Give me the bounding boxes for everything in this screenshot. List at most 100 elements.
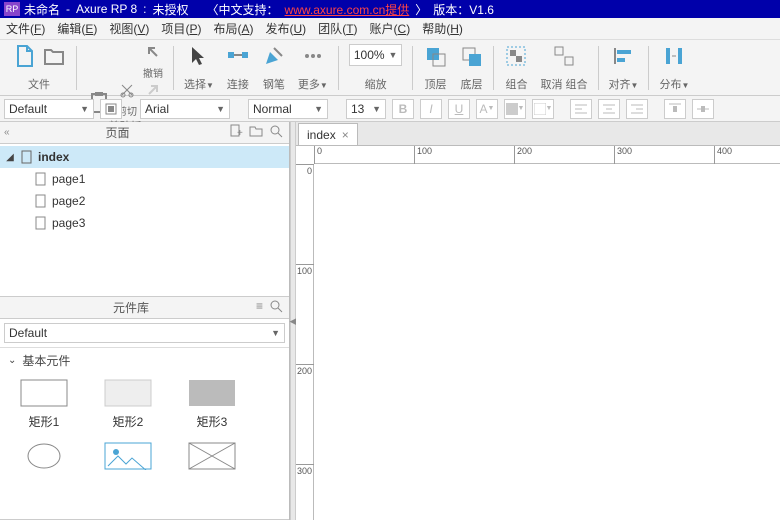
align-center-button[interactable] (598, 99, 620, 119)
menu-project[interactable]: 项目(P) (161, 20, 201, 37)
expand-arrow-icon[interactable]: ◢ (4, 152, 16, 163)
align-right-button[interactable] (626, 99, 648, 119)
design-canvas[interactable] (314, 164, 780, 520)
menu-file[interactable]: 文件(F) (6, 20, 45, 37)
chevron-down-icon: ▼ (216, 104, 225, 114)
bold-button[interactable]: B (392, 99, 414, 119)
chevron-down-icon: ⌄ (8, 355, 16, 366)
chevron-down-icon: ▼ (80, 104, 89, 114)
license-status: 未授权 (153, 1, 189, 18)
bring-front-button[interactable]: 顶层 (417, 44, 453, 92)
border-color-button[interactable]: ▼ (532, 99, 554, 119)
library-item-rect1[interactable]: 矩形1 (12, 379, 76, 430)
more-icon (301, 44, 325, 71)
select-tool[interactable]: 选择▼ (178, 44, 220, 92)
ungroup-button[interactable]: 取消 组合 (534, 44, 593, 92)
style-manager-button[interactable] (100, 99, 122, 119)
library-panel-header: 元件库 ≡ (0, 297, 289, 319)
library-item-label: 矩形2 (113, 413, 144, 430)
italic-button[interactable]: I (420, 99, 442, 119)
page-tree-item[interactable]: page1 (0, 168, 289, 190)
font-selector[interactable]: Arial▼ (140, 99, 230, 119)
library-menu-icon[interactable]: ≡ (256, 299, 263, 316)
menu-team[interactable]: 团队(T) (318, 20, 357, 37)
ruler-tick: 200 (514, 146, 532, 164)
chevron-down-icon: ▼ (271, 328, 280, 338)
size-selector[interactable]: 13▼ (346, 99, 386, 119)
canvas-tab[interactable]: index × (298, 123, 358, 145)
ruler-horizontal: 0 100 200 300 400 (314, 146, 780, 164)
tab-strip: index × (296, 122, 780, 146)
page-tree-item[interactable]: page3 (0, 212, 289, 234)
ruler-tick: 400 (714, 146, 732, 164)
library-item-image[interactable] (96, 442, 160, 470)
support-close: 〉 (415, 1, 427, 18)
ruler-tick: 100 (414, 146, 432, 164)
underline-button[interactable]: U (448, 99, 470, 119)
distribute-button[interactable]: 分布▼ (653, 44, 695, 92)
align-button[interactable]: 对齐▼ (603, 44, 645, 92)
canvas-area: index × 0 100 200 300 400 0 100 200 300 (296, 122, 780, 520)
rect-shape-icon (20, 379, 68, 407)
library-item-rect2[interactable]: 矩形2 (96, 379, 160, 430)
version: 版本：V1.6 (433, 1, 494, 18)
weight-selector[interactable]: Normal▼ (248, 99, 328, 119)
library-category[interactable]: ⌄ 基本元件 (0, 348, 289, 373)
page-tree-root[interactable]: ◢ index (0, 146, 289, 168)
clipboard-group: 剪切 撤销 重做 剪贴板 (81, 44, 169, 92)
left-panels: « 页面 + ◢ index page1 (0, 122, 290, 520)
page-icon (34, 194, 48, 208)
menu-view[interactable]: 视图(V) (109, 20, 149, 37)
valign-middle-button[interactable] (692, 99, 714, 119)
library-item-label: 矩形3 (197, 413, 228, 430)
support-label: 〈中文支持： (207, 1, 279, 18)
undo-button[interactable]: 撤销 (143, 44, 163, 80)
add-folder-icon[interactable] (249, 124, 263, 141)
library-panel-title: 元件库 (6, 299, 256, 316)
add-page-icon[interactable]: + (229, 124, 243, 141)
menu-help[interactable]: 帮助(H) (422, 20, 463, 37)
page-tree-item[interactable]: page2 (0, 190, 289, 212)
zoom-group: 100% ▼ 缩放 (343, 44, 409, 92)
more-tools[interactable]: 更多▼ (292, 44, 334, 92)
menu-edit[interactable]: 编辑(E) (57, 20, 97, 37)
connect-tool[interactable]: 连接 (220, 44, 256, 92)
style-selector[interactable]: Default▼ (4, 99, 94, 119)
tab-label: index (307, 128, 336, 142)
title-bar: RP 未命名 - Axure RP 8 : 未授权 〈中文支持： www.axu… (0, 0, 780, 18)
align-left-button[interactable] (570, 99, 592, 119)
fill-color-button[interactable]: ▼ (504, 99, 526, 119)
placeholder-shape-icon (188, 442, 236, 470)
align-icon (611, 44, 635, 71)
library-item-placeholder[interactable] (180, 442, 244, 470)
search-icon[interactable] (269, 124, 283, 141)
library-preset-selector[interactable]: Default ▼ (4, 323, 285, 343)
pen-tool[interactable]: 钢笔 (256, 44, 292, 92)
menu-bar: 文件(F) 编辑(E) 视图(V) 项目(P) 布局(A) 发布(U) 团队(T… (0, 18, 780, 40)
close-icon[interactable]: × (342, 128, 349, 142)
search-icon[interactable] (269, 299, 283, 316)
page-icon (34, 216, 48, 230)
new-file-icon[interactable] (12, 44, 36, 71)
collapse-icon[interactable]: « (4, 127, 10, 138)
menu-arrange[interactable]: 布局(A) (213, 20, 253, 37)
page-label: index (38, 150, 69, 164)
zoom-selector[interactable]: 100% ▼ (349, 44, 403, 66)
library-items: 矩形1 矩形2 矩形3 (0, 373, 289, 436)
valign-top-button[interactable] (664, 99, 686, 119)
zoom-label: 缩放 (365, 76, 387, 92)
send-back-button[interactable]: 底层 (453, 44, 489, 92)
page-icon (20, 150, 34, 164)
group-button[interactable]: 组合 (498, 44, 534, 92)
text-color-button[interactable]: A▼ (476, 99, 498, 119)
page-label: page1 (52, 172, 85, 186)
rect-shape-icon (104, 379, 152, 407)
ellipse-shape-icon (20, 442, 68, 470)
library-item-ellipse[interactable] (12, 442, 76, 470)
ruler-tick: 200 (296, 364, 314, 376)
menu-account[interactable]: 账户(C) (370, 20, 411, 37)
open-file-icon[interactable] (42, 44, 66, 71)
menu-publish[interactable]: 发布(U) (265, 20, 306, 37)
library-item-rect3[interactable]: 矩形3 (180, 379, 244, 430)
support-url[interactable]: www.axure.com.cn提供 (285, 1, 410, 18)
